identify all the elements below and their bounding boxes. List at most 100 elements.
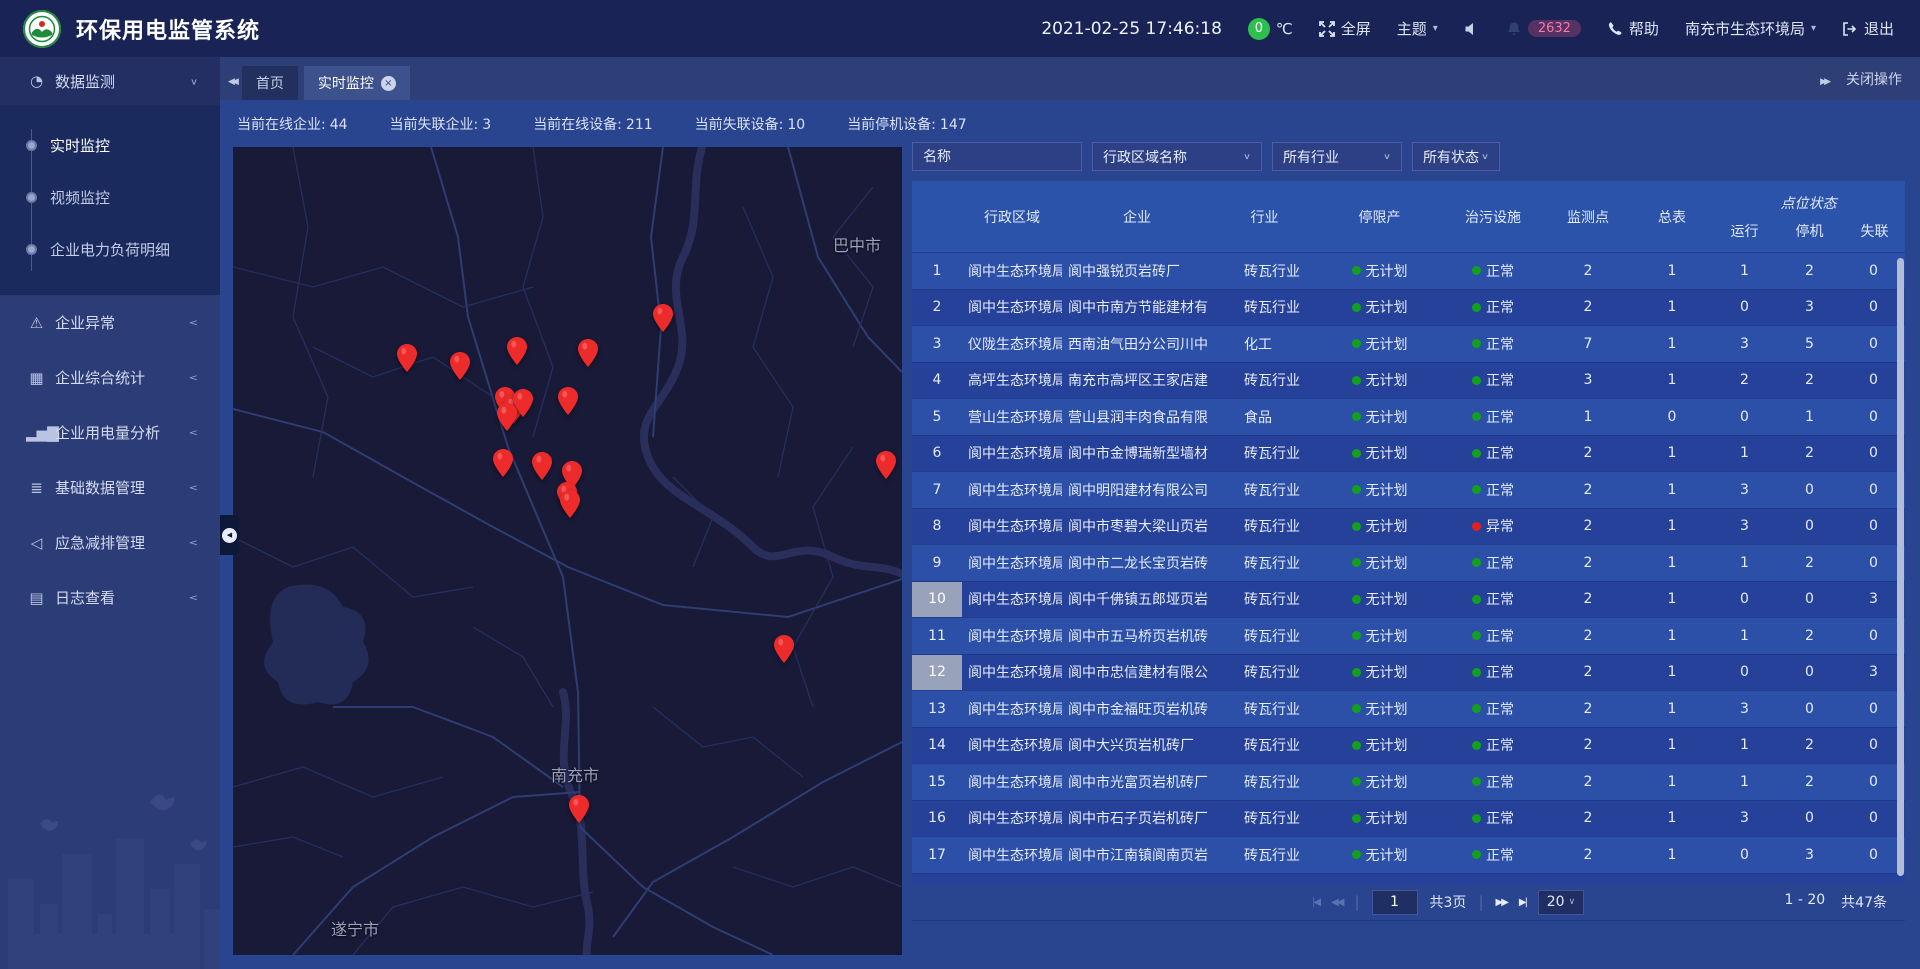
app-title: 环保用电监管系统: [76, 13, 260, 45]
cell-meters: 1: [1632, 591, 1712, 607]
cell-stop-status: 无计划: [1317, 626, 1442, 646]
close-icon[interactable]: ×: [381, 76, 396, 91]
prev-page-icon[interactable]: ◀◀: [1331, 897, 1342, 908]
industry-filter-select[interactable]: 所有行业 ∨: [1272, 142, 1402, 171]
table-row[interactable]: 16 阆中生态环境局 阆中市石子页岩机砖厂 砖瓦行业 无计划 正常 2 1 3 …: [912, 800, 1905, 837]
chevron-down-icon: ∨: [190, 76, 198, 86]
sidebar-item[interactable]: ▂▅▇ 企业用电量分析 <: [0, 405, 220, 460]
sidebar-item[interactable]: ◁ 应急减排管理 <: [0, 515, 220, 570]
table-row[interactable]: 4 高坪生态环境局 南充市高坪区王家店建 砖瓦行业 无计划 正常 3 1 2 2…: [912, 362, 1905, 399]
table-row[interactable]: 14 阆中生态环境局 阆中大兴页岩机砖厂 砖瓦行业 无计划 正常 2 1 1 2…: [912, 727, 1905, 764]
cell-meters: 1: [1632, 336, 1712, 352]
status-dot-icon: [1472, 522, 1481, 531]
map-marker-pin[interactable]: [653, 304, 673, 332]
app-logo-icon: [22, 9, 62, 49]
table-row[interactable]: 8 阆中生态环境局 阆中市枣碧大梁山页岩 砖瓦行业 无计划 异常 2 1 3 0…: [912, 508, 1905, 545]
map-marker-pin[interactable]: [558, 387, 578, 415]
logout-button[interactable]: 退出: [1842, 18, 1894, 39]
col-meters: 总表: [1632, 181, 1712, 252]
table-row[interactable]: 3 仪陇生态环境局 西南油气田分公司川中 化工 无计划 正常 7 1 3 5 0: [912, 325, 1905, 362]
stop-status-text: 无计划: [1366, 334, 1408, 354]
table-row[interactable]: 18 南部生态环境局 南部县砌体水泥有限公 建材加工 无计划 正常 1 0 0 …: [912, 873, 1905, 885]
sidebar-item[interactable]: ⚠ 企业异常 <: [0, 295, 220, 350]
sidebar-subitem-label: 视频监控: [50, 187, 110, 208]
status-filter-select[interactable]: 所有状态 ∨: [1412, 142, 1500, 171]
region-filter-select[interactable]: 行政区域名称 ∨: [1092, 142, 1262, 171]
stop-status-text: 无计划: [1366, 516, 1408, 536]
cell-meters: 1: [1632, 372, 1712, 388]
map-marker-pin[interactable]: [493, 449, 513, 477]
table-row[interactable]: 5 营山生态环境局 营山县润丰肉食品有限 食品 无计划 正常 1 0 0 1 0: [912, 398, 1905, 435]
name-filter-input[interactable]: [923, 149, 1071, 165]
chevron-left-icon: <: [189, 537, 198, 547]
map-marker-pin[interactable]: [876, 451, 896, 479]
cell-points: 2: [1544, 445, 1632, 461]
cell-stopped: 3: [1777, 299, 1842, 315]
first-page-icon[interactable]: |◀: [1312, 897, 1319, 908]
table-row[interactable]: 7 阆中生态环境局 阆中明阳建材有限公司 砖瓦行业 无计划 正常 2 1 3 0…: [912, 471, 1905, 508]
close-operations-button[interactable]: 关闭操作: [1846, 69, 1902, 89]
map-marker-pin[interactable]: [532, 452, 552, 480]
map-marker-pin[interactable]: [578, 339, 598, 367]
table-row[interactable]: 6 阆中生态环境局 阆中市金博瑞新型墙材 砖瓦行业 无计划 正常 2 1 1 2…: [912, 435, 1905, 472]
cell-stopped: 2: [1777, 372, 1842, 388]
org-dropdown[interactable]: 南充市生态环境局 ▾: [1685, 18, 1816, 39]
last-page-icon[interactable]: ▶|: [1519, 897, 1526, 908]
table-row[interactable]: 2 阆中生态环境局 阆中市南方节能建材有 砖瓦行业 无计划 正常 2 1 0 3…: [912, 289, 1905, 326]
cell-district: 营山生态环境局: [962, 407, 1062, 427]
fullscreen-button[interactable]: 全屏: [1319, 18, 1371, 39]
map-marker-pin[interactable]: [507, 337, 527, 365]
cell-lost: 0: [1842, 372, 1905, 388]
help-button[interactable]: 帮助: [1607, 18, 1659, 39]
table-row[interactable]: 13 阆中生态环境局 阆中市金福旺页岩机砖 砖瓦行业 无计划 正常 2 1 3 …: [912, 690, 1905, 727]
row-index: 6: [912, 436, 962, 472]
tab-realtime-monitoring[interactable]: 实时监控 ×: [304, 66, 410, 100]
tabs-scroll-left-icon[interactable]: ◀◀: [228, 77, 236, 87]
table-row[interactable]: 12 阆中生态环境局 阆中市忠信建材有限公 砖瓦行业 无计划 正常 2 1 0 …: [912, 654, 1905, 691]
theme-dropdown[interactable]: 主题 ▾: [1397, 18, 1438, 39]
table-row[interactable]: 11 阆中生态环境局 阆中市五马桥页岩机砖 砖瓦行业 无计划 正常 2 1 1 …: [912, 617, 1905, 654]
cell-meters: 1: [1632, 299, 1712, 315]
next-page-icon[interactable]: ▶▶: [1496, 897, 1507, 908]
page-size-select[interactable]: 20 ∨: [1538, 890, 1584, 915]
sidebar-item[interactable]: ▤ 日志查看 <: [0, 570, 220, 625]
sidebar-subitem[interactable]: 视频监控: [0, 171, 220, 223]
cell-district: 阆中生态环境局: [962, 261, 1062, 281]
table-scrollbar[interactable]: [1897, 258, 1904, 876]
status-dot-icon: [1472, 814, 1481, 823]
table-row[interactable]: 10 阆中生态环境局 阆中千佛镇五郎垭页岩 砖瓦行业 无计划 正常 2 1 0 …: [912, 581, 1905, 618]
cell-company: 阆中明阳建材有限公司: [1062, 480, 1212, 500]
map-marker-pin[interactable]: [569, 795, 589, 823]
notifications-button[interactable]: 2632: [1506, 20, 1581, 37]
table-row[interactable]: 17 阆中生态环境局 阆中市江南镇阆南页岩 砖瓦行业 无计划 正常 2 1 0 …: [912, 836, 1905, 873]
bullet-dot-icon: [26, 140, 37, 151]
tab-home[interactable]: 首页: [242, 66, 298, 100]
sidebar-subitem[interactable]: 企业电力负荷明细: [0, 223, 220, 275]
col-facility: 治污设施: [1442, 181, 1544, 252]
table-row[interactable]: 9 阆中生态环境局 阆中市二龙长宝页岩砖 砖瓦行业 无计划 正常 2 1 1 2…: [912, 544, 1905, 581]
sidebar-item[interactable]: ▦ 企业综合统计 <: [0, 350, 220, 405]
sidebar-item[interactable]: ≣ 基础数据管理 <: [0, 460, 220, 515]
map-marker-pin[interactable]: [497, 403, 517, 431]
sidebar-subitem[interactable]: 实时监控: [0, 119, 220, 171]
cell-run: 2: [1712, 372, 1777, 388]
row-index: 10: [912, 582, 962, 618]
page-number-input[interactable]: 1: [1372, 890, 1418, 915]
cell-facility-status: 正常: [1442, 297, 1544, 317]
mute-button[interactable]: [1464, 21, 1480, 37]
map-marker-pin[interactable]: [397, 344, 417, 372]
table-row[interactable]: 15 阆中生态环境局 阆中市光富页岩机砖厂 砖瓦行业 无计划 正常 2 1 1 …: [912, 763, 1905, 800]
table-row[interactable]: 1 阆中生态环境局 阆中强锐页岩砖厂 砖瓦行业 无计划 正常 2 1 1 2 0: [912, 252, 1905, 289]
facility-status-text: 正常: [1486, 662, 1514, 682]
sidebar-item-data-monitoring[interactable]: ◔ 数据监测 ∨: [0, 57, 220, 105]
map-marker-pin[interactable]: [774, 635, 794, 663]
row-index: 15: [912, 764, 962, 800]
chevron-left-icon: <: [189, 427, 198, 437]
tabs-scroll-right-icon[interactable]: ▶▶: [1820, 77, 1828, 87]
sidebar-collapse-handle[interactable]: ◀: [220, 515, 239, 555]
map-canvas[interactable]: 巴中市 南充市 遂宁市: [233, 147, 902, 955]
map-marker-pin[interactable]: [450, 352, 470, 380]
cell-industry: 食品: [1212, 407, 1317, 427]
cell-lost: 0: [1842, 555, 1905, 571]
map-marker-pin[interactable]: [560, 490, 580, 518]
